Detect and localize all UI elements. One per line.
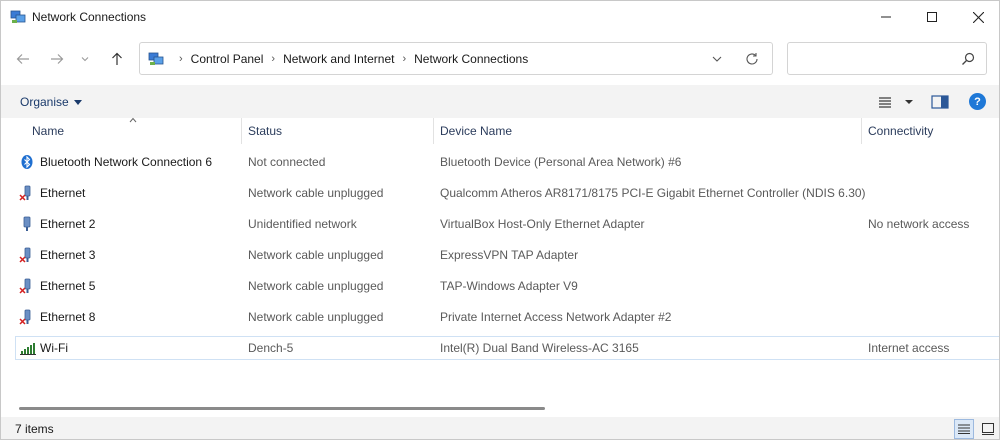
connection-status: Unidentified network <box>248 217 357 231</box>
help-icon: ? <box>974 95 981 108</box>
ethernet-unplugged-icon <box>19 309 31 325</box>
connection-status: Dench-5 <box>248 341 294 355</box>
ethernet-icon <box>23 216 31 231</box>
table-row[interactable]: Ethernet 2 Unidentified network VirtualB… <box>1 212 999 236</box>
minimize-icon <box>881 16 891 18</box>
breadcrumb-network-and-internet[interactable]: Network and Internet <box>283 52 394 66</box>
table-row[interactable]: Ethernet 5 Network cable unplugged TAP-W… <box>1 274 999 298</box>
breadcrumb-network-connections[interactable]: Network Connections <box>414 52 528 66</box>
details-view-icon <box>958 424 970 434</box>
connection-name: Ethernet 8 <box>40 310 96 324</box>
connection-name: Bluetooth Network Connection 6 <box>40 155 213 169</box>
chevron-down-icon <box>81 57 89 62</box>
column-divider[interactable] <box>861 118 862 144</box>
ethernet-unplugged-icon <box>19 185 31 201</box>
address-bar[interactable]: › Control Panel › Network and Internet ›… <box>139 42 773 75</box>
details-view-button[interactable] <box>954 419 974 439</box>
column-header-status[interactable]: Status <box>248 118 282 144</box>
close-icon <box>972 11 984 23</box>
column-header-name[interactable]: Name <box>32 118 64 144</box>
table-row[interactable]: Ethernet Network cable unplugged Qualcom… <box>1 181 999 205</box>
connection-name: Ethernet <box>40 186 86 200</box>
connection-name: Ethernet 2 <box>40 217 96 231</box>
connection-status: Network cable unplugged <box>248 248 384 262</box>
maximize-button[interactable] <box>909 1 955 33</box>
connection-name: Ethernet 3 <box>40 248 96 262</box>
breadcrumb-separator-icon[interactable]: › <box>179 53 183 65</box>
help-button[interactable]: ? <box>969 93 986 110</box>
horizontal-scrollbar[interactable] <box>19 407 545 410</box>
organise-label: Organise <box>20 95 69 109</box>
control-panel-icon <box>148 52 164 65</box>
connection-status: Network cable unplugged <box>248 310 384 324</box>
breadcrumb-separator-icon[interactable]: › <box>271 53 275 65</box>
network-connections-icon <box>10 10 26 23</box>
large-icons-view-button[interactable] <box>978 419 998 439</box>
ethernet-unplugged-icon <box>19 278 31 294</box>
column-header-device-name[interactable]: Device Name <box>440 118 512 144</box>
connection-device: Bluetooth Device (Personal Area Network)… <box>440 155 682 169</box>
refresh-icon <box>746 53 758 65</box>
table-row[interactable]: Bluetooth Network Connection 6 Not conne… <box>1 150 999 174</box>
column-header-connectivity[interactable]: Connectivity <box>868 118 933 144</box>
minimize-button[interactable] <box>863 1 909 33</box>
change-view-button[interactable] <box>878 94 918 110</box>
preview-pane-icon[interactable] <box>931 94 949 110</box>
organise-button[interactable]: Organise <box>20 95 82 109</box>
column-divider[interactable] <box>241 118 242 144</box>
recent-locations-button[interactable] <box>77 47 93 71</box>
table-row-selected[interactable]: Wi-Fi Dench-5 Intel(R) Dual Band Wireles… <box>15 336 999 360</box>
item-count: 7 items <box>15 422 54 436</box>
address-history-dropdown[interactable] <box>708 51 726 67</box>
connection-status: Network cable unplugged <box>248 279 384 293</box>
column-divider[interactable] <box>433 118 434 144</box>
tiles-view-icon <box>982 423 994 435</box>
ethernet-unplugged-icon <box>19 247 31 263</box>
search-input[interactable] <box>794 49 954 69</box>
connection-device: Private Internet Access Network Adapter … <box>440 310 672 324</box>
arrow-right-icon <box>51 54 64 64</box>
connection-connectivity: Internet access <box>868 341 950 355</box>
connection-device: VirtualBox Host-Only Ethernet Adapter <box>440 217 645 231</box>
connection-device: TAP-Windows Adapter V9 <box>440 279 578 293</box>
connection-device: Intel(R) Dual Band Wireless-AC 3165 <box>440 341 639 355</box>
arrow-up-icon <box>112 52 122 65</box>
wifi-signal-icon <box>20 343 36 355</box>
list-view-icon <box>879 97 891 108</box>
connection-name: Ethernet 5 <box>40 279 96 293</box>
bluetooth-icon <box>21 155 33 169</box>
search-icon[interactable] <box>960 51 976 67</box>
chevron-down-icon <box>712 56 722 62</box>
breadcrumb: › Control Panel › Network and Internet ›… <box>171 43 528 74</box>
explorer-window: Network Connections › Control Panel › Ne… <box>0 0 1000 440</box>
window-title: Network Connections <box>32 10 147 24</box>
close-button[interactable] <box>955 1 999 33</box>
caret-down-icon <box>905 100 913 104</box>
table-row[interactable]: Ethernet 8 Network cable unplugged Priva… <box>1 305 999 329</box>
navigation-bar: › Control Panel › Network and Internet ›… <box>1 33 999 85</box>
caret-down-icon <box>73 99 82 105</box>
connection-connectivity: No network access <box>868 217 970 231</box>
arrow-left-icon <box>16 54 29 64</box>
connection-device: ExpressVPN TAP Adapter <box>440 248 579 262</box>
sort-ascending-icon <box>129 117 137 123</box>
maximize-icon <box>927 12 937 22</box>
table-row[interactable]: Ethernet 3 Network cable unplugged Expre… <box>1 243 999 267</box>
connection-status: Not connected <box>248 155 326 169</box>
column-headers: Name Status Device Name Connectivity <box>1 118 999 144</box>
forward-button[interactable] <box>45 47 69 71</box>
connection-status: Network cable unplugged <box>248 186 384 200</box>
up-button[interactable] <box>105 47 129 71</box>
breadcrumb-separator-icon[interactable]: › <box>402 53 406 65</box>
command-bar: Organise ? <box>1 85 999 118</box>
title-bar: Network Connections <box>1 1 999 33</box>
refresh-button[interactable] <box>743 50 761 68</box>
connection-name: Wi-Fi <box>40 341 68 355</box>
search-box <box>787 42 987 75</box>
connection-device: Qualcomm Atheros AR8171/8175 PCI-E Gigab… <box>440 186 866 200</box>
back-button[interactable] <box>11 47 35 71</box>
breadcrumb-control-panel[interactable]: Control Panel <box>191 52 264 66</box>
status-bar: 7 items <box>1 417 999 439</box>
